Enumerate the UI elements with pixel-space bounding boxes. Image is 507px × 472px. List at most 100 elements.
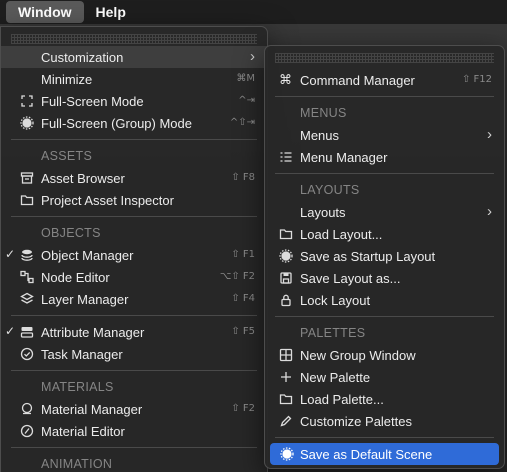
fullscreen-icon — [20, 94, 34, 108]
menu-item-customize-palettes[interactable]: Customize Palettes — [265, 410, 504, 432]
separator — [275, 96, 494, 97]
menu-item-menus[interactable]: Menus › — [265, 124, 504, 146]
tear-off-handle[interactable] — [11, 34, 257, 44]
archive-box-icon — [20, 171, 34, 185]
shortcut: ⇧ F12 — [461, 74, 492, 85]
menu-item-fullscreen[interactable]: Full-Screen Mode ^⇥ — [1, 90, 267, 112]
menu-item-fullscreen-group[interactable]: Full-Screen (Group) Mode ^⇧⇥ — [1, 112, 267, 134]
menu-item-asset-browser[interactable]: Asset Browser ⇧ F8 — [1, 167, 267, 189]
menu-item-load-layout[interactable]: Load Layout... — [265, 223, 504, 245]
menu-item-label: Command Manager — [300, 72, 415, 88]
menu-item-label: Asset Browser — [41, 170, 125, 186]
section-header-objects: OBJECTS — [41, 226, 101, 240]
separator — [11, 139, 257, 140]
menu-item-label: Object Manager — [41, 247, 134, 263]
menu-item-label: Layouts — [300, 204, 346, 220]
check-circle-icon — [20, 347, 34, 361]
menu-item-label: Save as Default Scene — [300, 446, 433, 462]
menu-item-layer-manager[interactable]: Layer Manager ⇧ F4 — [1, 288, 267, 310]
material-editor-icon — [20, 424, 34, 438]
separator — [11, 216, 257, 217]
chevron-right-icon: › — [250, 48, 255, 65]
shortcut: ⇧ F8 — [231, 172, 255, 183]
menu-item-label: Lock Layout — [300, 292, 371, 308]
gear-icon — [279, 249, 293, 263]
menu-item-customization[interactable]: Customization › — [1, 46, 267, 68]
chevron-right-icon: › — [487, 126, 492, 143]
menu-item-label: Minimize — [41, 71, 93, 87]
menu-item-label: Project Asset Inspector — [41, 192, 174, 208]
menu-item-command-manager[interactable]: ⌘ Command Manager ⇧ F12 — [265, 69, 504, 91]
window-menu: Customization › Minimize ⌘M Full-Screen … — [0, 26, 268, 472]
menu-item-load-palette[interactable]: Load Palette... — [265, 388, 504, 410]
menu-item-label: Load Palette... — [300, 391, 384, 407]
checkmark-icon: ✓ — [5, 247, 16, 261]
menu-item-label: Full-Screen Mode — [41, 93, 144, 109]
node-graph-icon — [20, 270, 34, 284]
shortcut: ⌘M — [236, 73, 255, 84]
menu-item-attribute-manager[interactable]: ✓ Attribute Manager ⇧ F5 — [1, 321, 267, 343]
menu-item-label: Menu Manager — [300, 149, 388, 165]
menu-item-label: Task Manager — [41, 346, 123, 362]
menu-bar: Window Help — [0, 0, 507, 24]
menu-item-object-manager[interactable]: ✓ Object Manager ⇧ F1 — [1, 244, 267, 266]
menubar-window[interactable]: Window — [6, 1, 84, 23]
section-header-materials: MATERIALS — [41, 380, 114, 394]
chevron-right-icon: › — [487, 203, 492, 220]
shortcut: ⇧ F5 — [231, 326, 255, 337]
menu-item-task-manager[interactable]: Task Manager — [1, 343, 267, 365]
menu-item-label: Customize Palettes — [300, 413, 412, 429]
stack-icon — [20, 248, 34, 262]
menu-item-label: Customization — [41, 49, 124, 65]
tear-off-handle[interactable] — [275, 53, 494, 63]
menu-item-material-manager[interactable]: Material Manager ⇧ F2 — [1, 398, 267, 420]
folder-icon — [279, 392, 293, 406]
menu-item-layouts[interactable]: Layouts › — [265, 201, 504, 223]
shortcut: ⇧ F2 — [231, 403, 255, 414]
folder-icon — [20, 193, 34, 207]
menu-item-save-layout-as[interactable]: Save Layout as... — [265, 267, 504, 289]
menu-item-label: Full-Screen (Group) Mode — [41, 115, 192, 131]
separator — [11, 370, 257, 371]
pencil-icon — [279, 414, 293, 428]
layers-icon — [20, 292, 34, 306]
menu-item-lock-layout[interactable]: Lock Layout — [265, 289, 504, 311]
menu-item-save-startup-layout[interactable]: Save as Startup Layout — [265, 245, 504, 267]
menu-item-new-palette[interactable]: New Palette — [265, 366, 504, 388]
section-header-palettes: PALETTES — [300, 326, 366, 340]
menu-item-label: New Palette — [300, 369, 371, 385]
menu-item-material-editor[interactable]: Material Editor — [1, 420, 267, 442]
menu-item-minimize[interactable]: Minimize ⌘M — [1, 68, 267, 90]
menu-item-label: Material Editor — [41, 423, 125, 439]
separator — [275, 437, 494, 438]
material-ball-icon — [20, 402, 34, 416]
menu-item-label: Attribute Manager — [41, 324, 145, 340]
plus-icon — [279, 370, 293, 384]
shortcut: ⇧ F1 — [231, 249, 255, 260]
list-icon — [279, 150, 293, 164]
menu-item-label: Menus — [300, 127, 340, 143]
save-icon — [279, 271, 293, 285]
folder-icon — [279, 227, 293, 241]
command-icon: ⌘ — [279, 72, 292, 87]
menu-item-save-default-scene[interactable]: Save as Default Scene — [270, 443, 499, 465]
customization-submenu: ⌘ Command Manager ⇧ F12 MENUS Menus › Me… — [264, 45, 505, 469]
menu-item-new-group-window[interactable]: New Group Window — [265, 344, 504, 366]
menu-item-label: Layer Manager — [41, 291, 129, 307]
shortcut: ^⇥ — [238, 95, 255, 106]
separator — [11, 315, 257, 316]
menu-item-label: Node Editor — [41, 269, 110, 285]
attributes-icon — [20, 325, 34, 339]
menu-item-label: Material Manager — [41, 401, 143, 417]
menu-item-menu-manager[interactable]: Menu Manager — [265, 146, 504, 168]
shortcut: ⇧ F4 — [231, 293, 255, 304]
checkmark-icon: ✓ — [5, 324, 16, 338]
menu-item-project-asset-inspector[interactable]: Project Asset Inspector — [1, 189, 267, 211]
menu-item-label: Save Layout as... — [300, 270, 401, 286]
section-header-layouts: LAYOUTS — [300, 183, 360, 197]
menu-item-label: Save as Startup Layout — [300, 248, 436, 264]
section-header-assets: ASSETS — [41, 149, 93, 163]
menubar-help[interactable]: Help — [88, 1, 134, 23]
menu-item-node-editor[interactable]: Node Editor ⌥⇧ F2 — [1, 266, 267, 288]
section-header-menus: MENUS — [300, 106, 347, 120]
